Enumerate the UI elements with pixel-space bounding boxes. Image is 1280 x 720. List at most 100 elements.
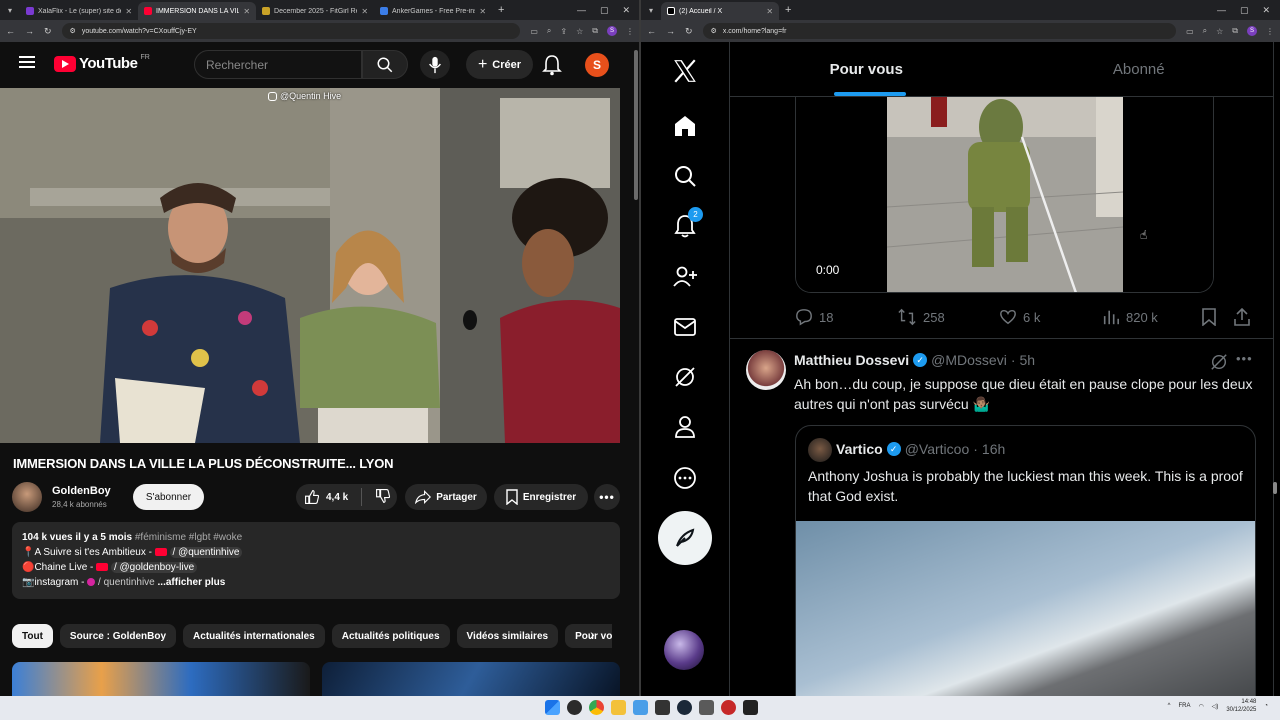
channel-name[interactable]: GoldenBoy [52, 485, 111, 497]
related-video-thumbnail[interactable] [12, 662, 310, 696]
windows-start-icon[interactable] [545, 700, 560, 715]
like-button[interactable]: 6 k [999, 308, 1102, 326]
views-button[interactable]: 820 k [1102, 308, 1202, 326]
hamburger-menu-icon[interactable] [19, 56, 35, 68]
share-button[interactable]: Partager [405, 484, 487, 510]
browser-tab-fitgirl[interactable]: December 2025 - FitGirl Repack✕ [256, 2, 374, 20]
channel-avatar[interactable] [12, 482, 42, 512]
like-button[interactable]: 4,4 k [304, 489, 348, 505]
tab-search-icon[interactable]: ▾ [641, 6, 661, 15]
forward-arrow-icon[interactable]: → [25, 26, 34, 36]
explore-search-icon[interactable] [670, 161, 700, 191]
forward-arrow-icon[interactable]: → [666, 26, 675, 36]
search-taskbar-icon[interactable] [567, 700, 582, 715]
app-icon[interactable] [699, 700, 714, 715]
close-window-button[interactable]: ✕ [1262, 5, 1270, 16]
browser-menu-icon[interactable]: ⋮ [1266, 27, 1274, 36]
url-bar[interactable]: ⚙ youtube.com/watch?v=CXouffCjy-EY [61, 23, 521, 39]
account-avatar[interactable] [664, 630, 704, 670]
file-explorer-icon[interactable] [611, 700, 626, 715]
youtube-logo[interactable]: YouTube FR [54, 54, 150, 72]
chrome-icon[interactable] [589, 700, 604, 715]
reload-icon[interactable]: ↻ [44, 26, 52, 37]
zoom-icon[interactable]: ⌕ [547, 26, 551, 36]
browser-tab-ankergames[interactable]: AnkerGames - Free Pre-installe✕ [374, 2, 492, 20]
wifi-icon[interactable]: ◠ [1198, 703, 1203, 710]
grok-icon[interactable] [670, 362, 700, 392]
related-video-thumbnail[interactable] [322, 662, 620, 696]
compose-post-button[interactable] [658, 511, 712, 565]
scrollbar-thumb[interactable] [1273, 482, 1277, 494]
browser-tab-youtube[interactable]: IMMERSION DANS LA VILL ✕ [138, 2, 257, 20]
author-handle[interactable]: @MDossevi [931, 352, 1007, 368]
quoted-post-image[interactable] [796, 521, 1255, 696]
account-avatar[interactable]: S [585, 53, 609, 77]
repost-button[interactable]: 258 [897, 308, 999, 326]
chip-for-you[interactable]: Pour vous [565, 624, 612, 648]
bookmark-button[interactable] [1202, 308, 1234, 326]
post-video-media[interactable]: 0:00 [795, 97, 1214, 293]
close-tab-icon[interactable]: ✕ [125, 7, 132, 16]
create-button[interactable]: + Créer [466, 50, 533, 79]
system-clock[interactable]: 14:48 30/12/2025 [1226, 698, 1256, 714]
share-page-icon[interactable]: ⇪ [560, 27, 567, 36]
photos-icon[interactable] [633, 700, 648, 715]
input-language[interactable]: FRA [1178, 703, 1190, 709]
browser-menu-icon[interactable]: ⋮ [626, 27, 634, 36]
minimize-button[interactable]: — [577, 5, 586, 16]
author-name[interactable]: Matthieu Dossevi [794, 352, 909, 368]
notification-center-icon[interactable]: ◔ [1264, 703, 1268, 709]
more-options-icon[interactable] [670, 463, 700, 493]
search-input[interactable]: Rechercher [194, 50, 362, 79]
browser-tab-x-home[interactable]: (2) Accueil / X ✕ [661, 2, 780, 20]
new-tab-button[interactable]: + [492, 4, 510, 16]
notifications-bell-icon[interactable] [542, 54, 562, 81]
browser-tab-xalaflix[interactable]: XalaFlix - Le (super) site de stre✕ [20, 2, 138, 20]
post-more-icon[interactable]: ••• [1236, 351, 1253, 366]
home-icon[interactable] [670, 111, 700, 141]
tab-search-icon[interactable]: ▾ [0, 6, 20, 15]
chip-political-news[interactable]: Actualités politiques [331, 624, 450, 648]
dislike-button[interactable] [375, 488, 391, 507]
video-description[interactable]: 104 k vues il y a 5 mois #féminisme #lgb… [12, 522, 620, 599]
close-tab-icon[interactable]: ✕ [479, 7, 486, 16]
page-scrollbar[interactable] [1270, 42, 1280, 696]
chip-international-news[interactable]: Actualités internationales [183, 624, 325, 648]
back-arrow-icon[interactable]: ← [6, 26, 15, 36]
extensions-icon[interactable]: ⧉ [1232, 26, 1238, 36]
x-logo-icon[interactable] [670, 56, 700, 86]
quoted-post[interactable]: Vartico ✓ @Varticoo · 16h Anthony Joshua… [795, 425, 1256, 696]
profile-avatar[interactable]: S [607, 26, 617, 36]
post-time[interactable]: 5h [1019, 352, 1035, 368]
voice-search-button[interactable] [420, 50, 450, 79]
zoom-icon[interactable]: ⌕ [1203, 26, 1207, 36]
cast-icon[interactable]: ▭ [1186, 27, 1194, 36]
chip-similar-videos[interactable]: Vidéos similaires [456, 624, 559, 648]
notifications-bell-icon[interactable]: 2 [670, 207, 703, 241]
close-tab-icon[interactable]: ✕ [766, 7, 773, 16]
more-actions-button[interactable]: ••• [594, 484, 620, 510]
back-arrow-icon[interactable]: ← [647, 26, 656, 36]
steam-icon[interactable] [677, 700, 692, 715]
app-red-icon[interactable] [721, 700, 736, 715]
site-info-icon[interactable]: ⚙ [70, 27, 76, 35]
cast-icon[interactable]: ▭ [530, 27, 538, 36]
author-avatar[interactable] [746, 350, 786, 390]
volume-icon[interactable]: ◁) [1212, 703, 1219, 710]
chip-all[interactable]: Tout [12, 624, 53, 648]
site-info-icon[interactable]: ⚙ [711, 27, 717, 35]
profile-person-icon[interactable] [670, 412, 700, 442]
chip-source[interactable]: Source : GoldenBoy [59, 624, 177, 648]
close-window-button[interactable]: ✕ [622, 5, 630, 16]
subscribe-button[interactable]: S'abonner [133, 484, 204, 510]
tab-following[interactable]: Abonné [1003, 42, 1274, 96]
bookmark-star-icon[interactable]: ☆ [1216, 27, 1223, 36]
maximize-button[interactable]: ▢ [1240, 5, 1249, 16]
grok-explain-icon[interactable] [1210, 353, 1228, 376]
maximize-button[interactable]: ▢ [600, 5, 609, 16]
reload-icon[interactable]: ↻ [685, 26, 693, 37]
scrollbar-thumb[interactable] [634, 50, 638, 200]
close-tab-icon[interactable]: ✕ [361, 7, 368, 16]
bookmark-star-icon[interactable]: ☆ [576, 27, 583, 36]
profile-avatar[interactable]: S [1247, 26, 1257, 36]
